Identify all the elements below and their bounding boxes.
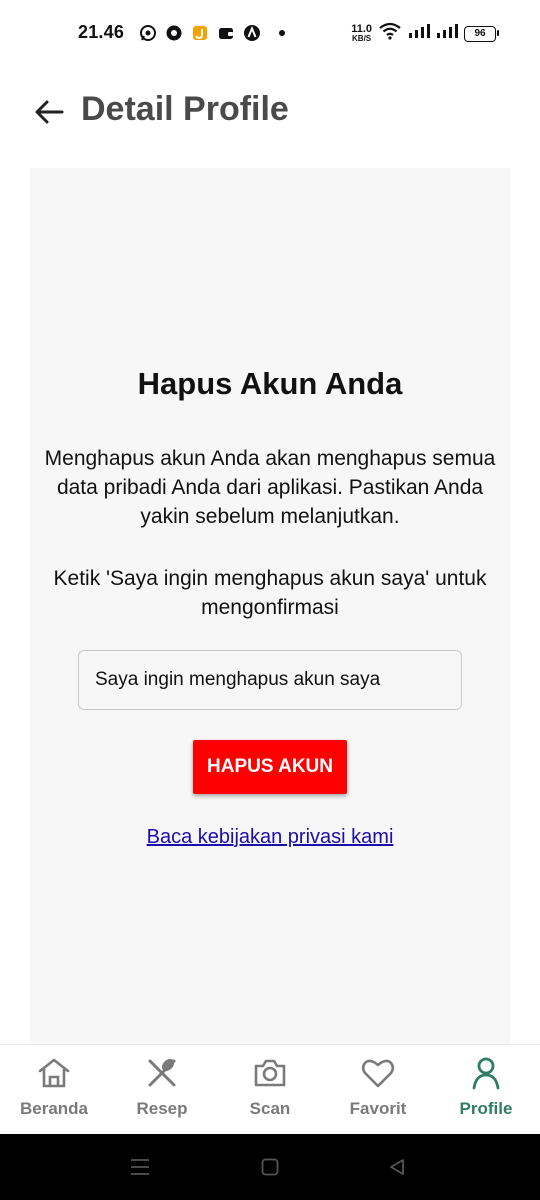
nav-label: Favorit: [349, 1099, 407, 1118]
nav-item-favorit[interactable]: Favorit: [324, 1045, 432, 1135]
chrome-icon: [165, 24, 183, 42]
nav-item-scan[interactable]: Scan: [216, 1045, 324, 1135]
confirm-input[interactable]: [78, 650, 462, 710]
fork-knife-icon: [148, 1058, 176, 1087]
back-system-button[interactable]: [384, 1154, 410, 1180]
delete-account-card: Hapus Akun Anda Menghapus akun Anda akan…: [30, 168, 510, 1044]
app-j-icon: [191, 24, 209, 42]
network-speed-unit: KB/S: [352, 34, 372, 43]
more-notifications-dot: [279, 30, 285, 36]
app-header: Detail Profile: [0, 68, 540, 168]
privacy-policy-link[interactable]: Baca kebijakan privasi kami: [30, 826, 510, 849]
bottom-navigation: Beranda Resep Scan Favorit Profile: [0, 1044, 540, 1135]
confirm-instruction: Ketik 'Saya ingin menghapus akun saya' u…: [53, 567, 487, 619]
nav-label: Profile: [459, 1099, 513, 1118]
camera-icon: [254, 1059, 286, 1087]
whatsapp-icon: [139, 24, 157, 42]
system-navigation-bar: [0, 1134, 540, 1200]
delete-account-button[interactable]: HAPUS AKUN: [193, 740, 347, 794]
status-bar: 21.46 11.0 KB/S 96: [0, 0, 540, 68]
status-time: 21.46: [78, 22, 125, 42]
nav-item-beranda[interactable]: Beranda: [0, 1045, 108, 1135]
menu-icon: [131, 1159, 149, 1175]
page-title: Detail Profile: [81, 90, 289, 128]
nav-item-profile[interactable]: Profile: [432, 1045, 540, 1135]
wallet-icon: [217, 24, 235, 42]
card-description: Menghapus akun Anda akan menghapus semua…: [44, 447, 496, 528]
arrow-left-icon: [35, 100, 64, 124]
notification-icons: [139, 24, 285, 42]
signal-icon: [436, 23, 458, 44]
back-button[interactable]: [30, 96, 68, 128]
recents-button[interactable]: [127, 1154, 153, 1180]
location-a-icon: [243, 24, 261, 42]
nav-label: Resep: [136, 1099, 188, 1118]
signal-icon: [408, 23, 430, 44]
status-right: 11.0 KB/S 96: [351, 22, 499, 45]
nav-label: Beranda: [19, 1099, 89, 1118]
network-speed: 11.0 KB/S: [351, 24, 372, 43]
home-icon: [38, 1058, 70, 1088]
nav-label: Scan: [249, 1099, 291, 1118]
battery-icon: 96: [464, 25, 499, 42]
square-icon: [261, 1158, 279, 1176]
wifi-icon: [378, 22, 402, 45]
person-icon: [472, 1057, 500, 1090]
battery-level: 96: [474, 28, 486, 39]
nav-item-resep[interactable]: Resep: [108, 1045, 216, 1135]
heart-icon: [361, 1059, 395, 1088]
home-button[interactable]: [257, 1154, 283, 1180]
triangle-back-icon: [390, 1159, 404, 1175]
card-title: Hapus Akun Anda: [137, 366, 403, 401]
